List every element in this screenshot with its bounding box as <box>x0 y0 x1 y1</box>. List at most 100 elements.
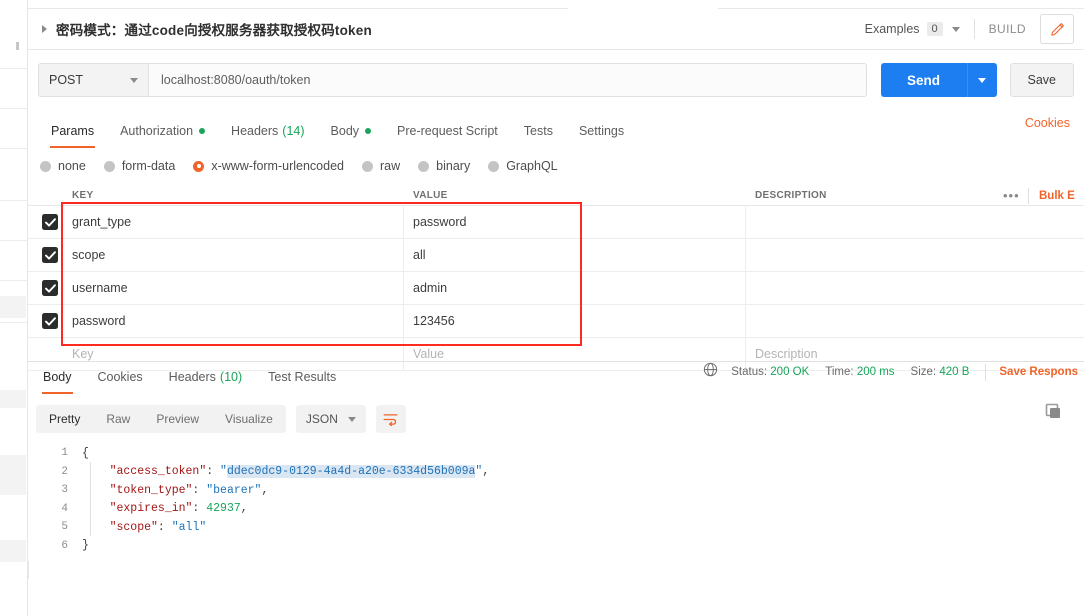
segment-pretty[interactable]: Pretty <box>36 405 93 433</box>
size-metric: Size: 420 B <box>911 366 970 378</box>
code-token: : <box>206 465 221 479</box>
body-type-none[interactable]: none <box>40 159 86 173</box>
row-checkbox[interactable] <box>42 280 58 296</box>
table-row[interactable]: scope all <box>28 239 1084 272</box>
sidebar-divider-line <box>0 108 28 109</box>
code-token: : <box>192 483 207 497</box>
caret-right-icon[interactable] <box>42 25 47 33</box>
tab-label: Pre-request Script <box>397 124 498 138</box>
code-token: "all" <box>171 520 207 534</box>
edit-button[interactable] <box>1040 14 1074 44</box>
copy-button[interactable] <box>1043 402 1063 427</box>
sidebar-item-block[interactable] <box>0 540 26 562</box>
code-token: " <box>220 465 227 479</box>
examples-count-badge: 0 <box>926 22 943 36</box>
cell-key-placeholder[interactable]: Key <box>72 347 94 361</box>
copy-icon <box>1045 403 1060 418</box>
sidebar-item-block[interactable] <box>0 390 26 408</box>
response-tab-test-results[interactable]: Test Results <box>255 362 349 392</box>
response-tab-bar: Body Cookies Headers (10) Test Results S… <box>28 362 1084 394</box>
save-button[interactable]: Save <box>1009 63 1074 97</box>
more-options-icon[interactable]: ••• <box>1003 189 1020 202</box>
response-tab-body[interactable]: Body <box>30 362 85 394</box>
code-token: } <box>82 539 89 553</box>
cell-key[interactable]: username <box>72 281 128 295</box>
tab-label: Params <box>51 124 95 138</box>
tab-settings[interactable]: Settings <box>566 116 637 146</box>
tab-tests[interactable]: Tests <box>511 116 566 146</box>
body-type-raw[interactable]: raw <box>362 159 400 173</box>
body-type-binary[interactable]: binary <box>418 159 470 173</box>
radio-selected-icon <box>193 160 205 172</box>
tab-pre-request-script[interactable]: Pre-request Script <box>384 116 511 146</box>
response-format-select[interactable]: JSON <box>295 405 366 433</box>
cell-value[interactable]: password <box>413 215 467 229</box>
chevron-down-icon[interactable] <box>951 26 960 32</box>
radio-icon <box>40 160 51 172</box>
column-divider <box>403 272 404 304</box>
sidebar-item-block[interactable] <box>0 296 26 318</box>
send-options-button[interactable] <box>966 63 997 97</box>
request-header-bar: 密码模式：通过code向授权服务器获取授权码token Examples 0 B… <box>28 9 1084 50</box>
url-input[interactable]: localhost:8080/oauth/token <box>148 63 867 97</box>
cell-key[interactable]: grant_type <box>72 215 131 229</box>
segment-preview[interactable]: Preview <box>143 405 212 433</box>
segment-raw[interactable]: Raw <box>93 405 143 433</box>
build-button[interactable]: BUILD <box>989 22 1026 36</box>
row-checkbox[interactable] <box>42 214 58 230</box>
tab-label: Test Results <box>268 370 337 384</box>
code-token: : <box>192 502 207 516</box>
body-type-label: raw <box>380 159 401 173</box>
segment-visualize[interactable]: Visualize <box>212 405 286 433</box>
response-tab-headers[interactable]: Headers (10) <box>156 362 255 392</box>
radio-icon <box>103 160 115 172</box>
cell-key[interactable]: password <box>72 314 126 328</box>
code-text: "access_token": "ddec0dc9-0129-4a4d-a20e… <box>82 465 489 479</box>
row-checkbox[interactable] <box>42 313 58 329</box>
column-header-description: DESCRIPTION <box>755 190 827 201</box>
table-row[interactable]: password 123456 <box>28 305 1084 338</box>
send-button[interactable]: Send <box>880 63 967 97</box>
table-row[interactable]: username admin <box>28 272 1084 305</box>
bulk-edit-link[interactable]: Bulk E <box>1039 190 1075 202</box>
body-type-radio-group: none form-data x-www-form-urlencoded raw… <box>28 152 1084 180</box>
status-dot-icon <box>365 128 372 134</box>
sidebar-divider-line <box>0 240 28 241</box>
tab-headers[interactable]: Headers (14) <box>218 116 317 146</box>
tab-authorization[interactable]: Authorization <box>107 116 218 146</box>
cookies-link[interactable]: Cookies <box>1025 116 1084 130</box>
url-value: localhost:8080/oauth/token <box>161 73 311 87</box>
url-bar: POST localhost:8080/oauth/token Send Sav… <box>28 58 1084 102</box>
cell-value-placeholder[interactable]: Value <box>413 347 444 361</box>
code-token-selected[interactable]: ddec0dc9-0129-4a4d-a20e-6334d56b009a <box>226 465 476 479</box>
cell-value[interactable]: all <box>413 248 426 262</box>
response-body-code[interactable]: 1 { 2 "access_token": "ddec0dc9-0129-4a4… <box>28 444 1084 556</box>
time-value: 200 ms <box>856 366 895 378</box>
code-token: { <box>82 446 89 460</box>
row-checkbox[interactable] <box>42 247 58 263</box>
body-type-graphql[interactable]: GraphQL <box>488 159 558 173</box>
table-row[interactable]: grant_type password <box>28 206 1084 239</box>
cell-key[interactable]: scope <box>72 248 105 262</box>
globe-icon[interactable] <box>703 362 718 382</box>
body-type-label: x-www-form-urlencoded <box>211 159 344 173</box>
tab-params[interactable]: Params <box>38 116 107 148</box>
cell-value[interactable]: 123456 <box>413 314 455 328</box>
checkbox-checked-icon <box>42 280 58 296</box>
sidebar-item-block[interactable] <box>0 455 26 495</box>
response-tab-cookies[interactable]: Cookies <box>85 362 156 392</box>
code-token: , <box>240 502 248 516</box>
code-token: "access_token" <box>82 465 207 479</box>
method-select[interactable]: POST <box>38 63 148 97</box>
body-type-form-data[interactable]: form-data <box>103 159 175 173</box>
save-response-link[interactable]: Save Respons <box>999 366 1078 378</box>
format-value: JSON <box>305 412 338 426</box>
postman-window: 密码模式：通过code向授权服务器获取授权码token Examples 0 B… <box>0 0 1084 616</box>
response-view-segments: Pretty Raw Preview Visualize <box>36 405 286 433</box>
cell-value[interactable]: admin <box>413 281 447 295</box>
word-wrap-button[interactable] <box>375 405 406 433</box>
line-number: 5 <box>61 521 68 534</box>
tab-body[interactable]: Body <box>318 116 385 146</box>
body-type-x-www-form-urlencoded[interactable]: x-www-form-urlencoded <box>193 159 344 173</box>
cell-description-placeholder[interactable]: Description <box>755 347 818 361</box>
